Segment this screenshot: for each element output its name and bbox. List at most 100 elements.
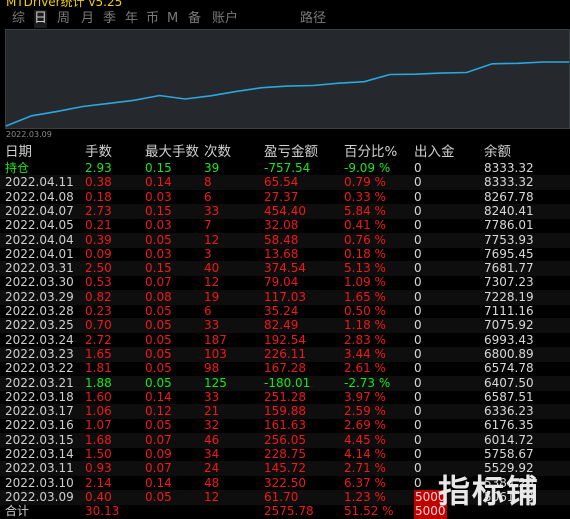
tab-8[interactable]: 备	[188, 10, 201, 28]
cell-io: 0	[414, 332, 422, 347]
cell-bal: 7075.92	[484, 318, 534, 333]
cell-pnl: 35.24	[264, 304, 299, 318]
cell-bal: 5758.67	[484, 447, 534, 461]
cell-date: 2022.03.25	[5, 318, 74, 333]
cell-max: 0.05	[145, 375, 172, 390]
cell-max: 0.07	[145, 275, 172, 290]
cell-max: 0.05	[145, 346, 172, 361]
cell-pct: 3.44 %	[344, 346, 386, 361]
header-pnl[interactable]: 盈亏金额	[264, 145, 318, 160]
header-max[interactable]: 最大手数	[145, 145, 199, 160]
cell-pct: 0.41 %	[344, 218, 386, 233]
cell-bal: 8333.32	[484, 175, 534, 190]
cell-max: 0.03	[145, 218, 172, 233]
tab-4[interactable]: 季	[103, 10, 116, 28]
table-row: 2022.04.07 2.73 0.15 33 454.40 5.84 % 0 8240.41	[0, 203, 570, 219]
tab-bar: 综日周月季年币 M 备账户 路径	[0, 10, 570, 28]
cell-io: 0	[414, 432, 422, 447]
cell-count: 12	[204, 232, 220, 247]
cell-pct: 0.50 %	[344, 304, 386, 318]
cell-count: 33	[204, 389, 220, 404]
cell-pnl: 322.50	[264, 475, 306, 490]
cell-lots: 2.93	[85, 161, 112, 175]
cell-date: 2022.03.15	[5, 432, 74, 447]
cell-count: 7	[204, 218, 212, 233]
header-lots[interactable]: 手数	[85, 145, 112, 160]
cell-pct: -9.09 %	[344, 161, 391, 175]
cell-count: 48	[204, 475, 220, 490]
table-row: 2022.03.21 1.88 0.05 125 -180.01 -2.73 % 0 6407…	[0, 375, 570, 391]
tab-0[interactable]: 综	[12, 10, 25, 28]
header-bal[interactable]: 余额	[484, 145, 511, 160]
cell-date: 2022.03.22	[5, 361, 74, 376]
cell-pnl: 251.28	[264, 389, 306, 404]
cell-lots: 0.82	[85, 289, 112, 304]
cell-count: 19	[204, 289, 220, 304]
cell-max: 0.05	[145, 489, 172, 504]
total-lots: 30.13	[85, 504, 120, 519]
cell-date: 2022.04.01	[5, 246, 74, 261]
cell-pct: 2.59 %	[344, 404, 386, 419]
cell-lots: 2.14	[85, 475, 112, 490]
tab-10[interactable]: 路径	[300, 10, 326, 28]
header-io[interactable]: 出入金	[414, 145, 455, 160]
cell-count: 32	[204, 418, 220, 433]
app-title: MTDriver统计 v5.25	[6, 0, 123, 9]
cell-bal: 7753.93	[484, 232, 534, 247]
cell-bal: 7786.01	[484, 218, 534, 233]
cell-io: 0	[414, 375, 422, 390]
table-row: 2022.03.29 0.82 0.08 19 117.03 1.65 % 0 7228.19	[0, 289, 570, 305]
cell-pnl: 65.54	[264, 175, 299, 190]
cell-count: 103	[204, 346, 227, 361]
cell-lots: 2.50	[85, 261, 112, 276]
cell-count: 187	[204, 332, 227, 347]
cell-pnl: 159.88	[264, 404, 306, 419]
cell-date: 2022.03.10	[5, 475, 74, 490]
cell-date: 2022.04.05	[5, 218, 74, 233]
cell-date: 2022.03.17	[5, 404, 74, 419]
tab-9[interactable]: 账户	[212, 10, 238, 28]
header-count[interactable]: 次数	[204, 145, 231, 160]
table-row: 2022.03.17 1.06 0.12 21 159.88 2.59 % 0 6336.23	[0, 404, 570, 420]
cell-date: 2022.04.11	[5, 175, 74, 190]
cell-pct: 3.97 %	[344, 389, 386, 404]
cell-bal: 6993.43	[484, 332, 534, 347]
header-pct[interactable]: 百分比%	[344, 145, 397, 160]
cell-lots: 0.93	[85, 461, 112, 476]
cell-max: 0.14	[145, 389, 172, 404]
cell-max: 0.05	[145, 318, 172, 333]
cell-io: 0	[414, 203, 422, 218]
cell-max: 0.05	[145, 304, 172, 318]
cell-io: 0	[414, 389, 422, 404]
cell-bal: 6587.51	[484, 389, 534, 404]
cell-pnl: 167.28	[264, 361, 306, 376]
cell-count: 12	[204, 489, 220, 504]
header-date[interactable]: 日期	[5, 145, 32, 160]
tab-3[interactable]: 月	[81, 10, 94, 28]
cell-max: 0.14	[145, 175, 172, 190]
cell-count: 21	[204, 404, 220, 419]
cell-lots: 2.73	[85, 203, 112, 218]
cell-io: 0	[414, 189, 422, 204]
cell-pnl: 58.48	[264, 232, 299, 247]
tab-1[interactable]: 日	[34, 10, 48, 28]
table-row: 持仓 2.93 0.15 39 -757.54 -9.09 % 0 8333.32	[0, 161, 570, 176]
cell-max: 0.07	[145, 461, 172, 476]
cell-date: 2022.03.23	[5, 346, 74, 361]
cell-pnl: 374.54	[264, 261, 306, 276]
cell-date: 2022.03.24	[5, 332, 74, 347]
cell-date: 2022.04.07	[5, 203, 74, 218]
tab-2[interactable]: 周	[57, 10, 70, 28]
cell-count: 33	[204, 203, 220, 218]
tab-5[interactable]: 年	[125, 10, 138, 28]
cell-max: 0.12	[145, 404, 172, 419]
tab-7[interactable]: M	[167, 10, 178, 28]
table-row: 2022.04.08 0.18 0.03 6 27.37 0.33 % 0 8267.78	[0, 190, 570, 205]
cell-lots: 0.40	[85, 489, 112, 504]
cell-lots: 1.07	[85, 418, 112, 433]
cell-io: 0	[414, 232, 422, 247]
title-bar: MTDriver统计 v5.25	[0, 0, 570, 10]
tab-6[interactable]: 币	[146, 10, 159, 28]
cell-pnl: 117.03	[264, 289, 306, 304]
cell-date: 2022.03.09	[5, 489, 74, 504]
